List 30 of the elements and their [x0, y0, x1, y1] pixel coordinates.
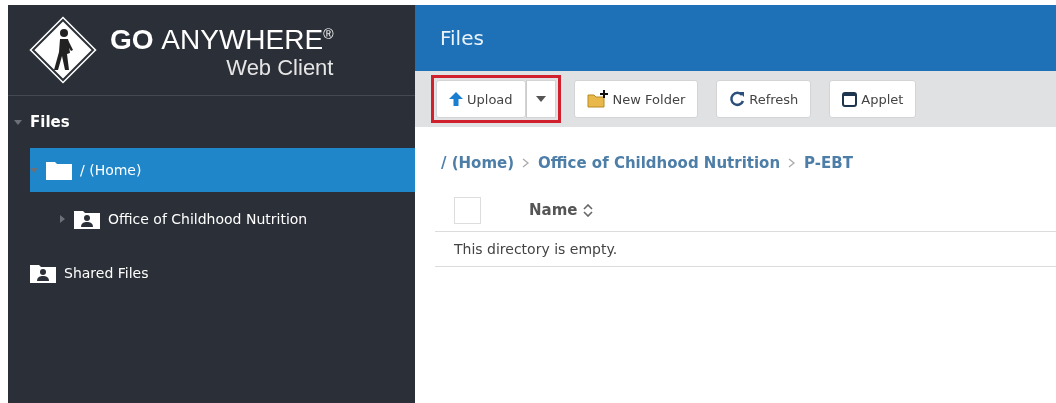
breadcrumb-link[interactable]: Office of Childhood Nutrition [538, 154, 781, 172]
new-folder-button[interactable]: New Folder [573, 80, 699, 118]
caret-icon [535, 96, 546, 102]
applet-button[interactable]: Applet [829, 80, 917, 118]
expanded-arrow-icon[interactable] [14, 118, 22, 126]
up-arrow-icon [449, 92, 463, 106]
empty-message: This directory is empty. [435, 232, 1056, 267]
product-name: Web Client [226, 55, 334, 82]
tree-item[interactable]: / (Home) [30, 148, 415, 192]
upload-button[interactable]: Upload [436, 80, 526, 118]
column-header[interactable]: Name [529, 201, 594, 219]
new-folder-icon [586, 90, 609, 108]
tree-section[interactable]: Files [8, 96, 415, 148]
refresh-icon [729, 91, 746, 107]
window-icon [842, 91, 858, 107]
breadcrumb-link[interactable]: P-EBT [804, 154, 853, 172]
chevron-icon [788, 158, 797, 168]
shared-folder-icon [74, 209, 100, 229]
shared-folder-icon [30, 263, 56, 283]
dropdown-button[interactable] [525, 80, 556, 118]
breadcrumb-link[interactable]: / (Home) [441, 154, 515, 172]
page-title: Files [440, 26, 484, 50]
tree-item[interactable]: Office of Childhood Nutrition [8, 192, 415, 246]
chevron-icon [522, 158, 531, 168]
tree-item[interactable]: Shared Files [8, 246, 415, 300]
collapsed-arrow-icon[interactable] [58, 215, 66, 223]
folder-icon [46, 160, 72, 180]
brand-name: GO ANYWHERE$^{®}$ [110, 23, 334, 56]
refresh-button[interactable]: Refresh [716, 80, 812, 118]
select-all-checkbox[interactable] [454, 196, 481, 224]
